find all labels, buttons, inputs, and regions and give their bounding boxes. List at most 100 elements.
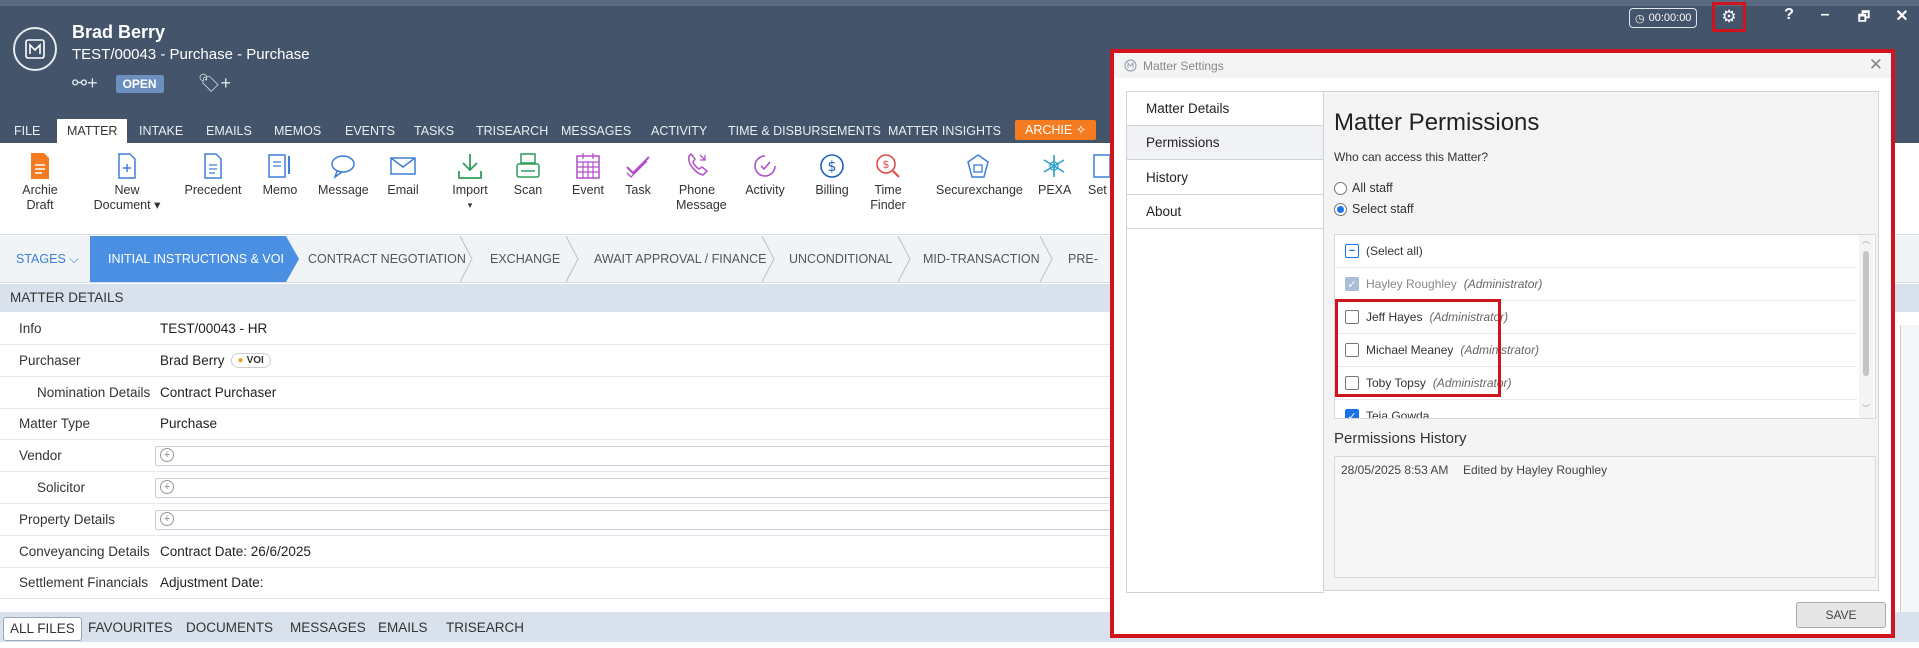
status-badge[interactable]: OPEN [115,74,164,93]
detail-row-vendor[interactable]: Vendor + [0,440,1142,472]
staff-row[interactable]: ✓ Teja Gowda [1335,400,1857,418]
tab-documents[interactable]: DOCUMENTS [180,617,279,639]
detail-row-purchaser[interactable]: Purchaser Brad Berry VOI [0,345,1140,377]
tab-matter[interactable]: MATTER [57,119,128,143]
tab-memos[interactable]: MEMOS [264,119,331,143]
pexa-label: PEXA [1038,183,1072,197]
message-button[interactable]: Message [318,149,369,198]
tab-events[interactable]: EVENTS [335,119,405,143]
tab-emails[interactable]: EMAILS [196,119,262,143]
archie-draft-button[interactable]: Archie Draft [18,149,62,213]
memo-button[interactable]: Memo [260,149,300,198]
stage-initial-instructions[interactable]: INITIAL INSTRUCTIONS & VOI [90,236,286,282]
timer-button[interactable]: ◷ 00:00:00 [1629,8,1698,28]
event-button[interactable]: Event [570,149,606,198]
stage-unconditional[interactable]: UNCONDITIONAL [789,236,892,282]
detail-row-nomination[interactable]: Nomination Details Contract Purchaser [0,377,1140,409]
email-button[interactable]: Email [384,149,422,198]
sidebar-item-permissions[interactable]: Permissions [1127,126,1324,160]
new-document-button[interactable]: New Document ▾ [92,149,162,213]
sidebar-item-about[interactable]: About [1127,195,1324,229]
securexchange-button[interactable]: Securexchange [936,149,1023,198]
tab-time-disbursements[interactable]: TIME & DISBURSEMENTS [718,119,891,143]
add-icon[interactable]: + [160,448,174,462]
settings-gear-button[interactable]: ⚙ [1712,2,1746,32]
property-field[interactable]: + [155,510,1142,530]
tab-messages[interactable]: MESSAGES [551,119,641,143]
list-scrollbar[interactable]: ︿ ﹀ [1859,235,1873,418]
stage-pre-settlement[interactable]: PRE-SET [1068,236,1110,282]
tab-emails[interactable]: EMAILS [372,617,434,639]
settings-ribbon-button[interactable]: Set [1088,149,1110,198]
close-button[interactable]: ✕ [1891,6,1913,26]
stage-contract-negotiation[interactable]: CONTRACT NEGOTIATION [308,236,466,282]
vendor-field[interactable]: + [155,446,1142,466]
settings-doc-icon [1093,154,1110,178]
detail-row-solicitor[interactable]: Solicitor + [0,472,1142,504]
link-add-icon[interactable]: ⚯+ [72,73,98,94]
scroll-thumb[interactable] [1863,251,1869,376]
detail-row-info[interactable]: Info TEST/00043 - HR [0,313,1140,345]
stages-toggle-label: STAGES [16,252,66,266]
tab-all-files[interactable]: ALL FILES [3,617,82,641]
sidebar-item-matter-details[interactable]: Matter Details [1127,92,1324,126]
sidebar-item-history[interactable]: History [1127,161,1324,195]
pexa-button[interactable]: PEXA [1038,149,1072,198]
checkbox-disabled-checked: ✓ [1345,277,1359,291]
activity-button[interactable]: Activity [742,149,788,198]
import-button[interactable]: Import ▾ [448,149,492,213]
matter-avatar[interactable] [13,27,57,71]
dialog-close-button[interactable]: ✕ [1869,55,1883,75]
minimize-button[interactable]: – [1814,6,1836,24]
tab-archie[interactable]: ARCHIE ✧ [1015,120,1097,140]
radio-circle-selected[interactable] [1334,202,1347,216]
indeterminate-checkbox[interactable]: − [1345,244,1359,258]
stage-await-approval[interactable]: AWAIT APPROVAL / FINANCE [594,236,767,282]
precedent-button[interactable]: Precedent [180,149,246,198]
tab-trisearch[interactable]: TRISEARCH [440,617,530,639]
detail-row-property[interactable]: Property Details + [0,504,1142,536]
dialog-title: Matter Settings [1143,59,1224,73]
tab-favourites[interactable]: FAVOURITES [82,617,179,639]
time-finder-button[interactable]: $ Time Finder [868,149,908,213]
scroll-down-icon[interactable]: ﹀ [1862,403,1870,414]
add-icon[interactable]: + [160,512,174,526]
task-button[interactable]: Task [622,149,654,198]
tag-add-icon[interactable]: 🏷+ [198,73,231,94]
tab-messages[interactable]: MESSAGES [284,617,372,639]
tab-activity[interactable]: ACTIVITY [641,119,717,143]
stage-exchange[interactable]: EXCHANGE [490,236,560,282]
select-all-row[interactable]: − (Select all) [1335,235,1857,268]
right-panel-edge [1900,325,1919,625]
detail-label: Matter Type [19,416,91,431]
tab-trisearch[interactable]: TRISEARCH [466,119,558,143]
save-button[interactable]: SAVE [1796,602,1886,628]
radio-select-staff[interactable]: Select staff [1334,202,1414,216]
tab-file[interactable]: FILE [4,119,50,143]
detail-row-matter-type[interactable]: Matter Type Purchase [0,408,1140,440]
tab-intake[interactable]: INTAKE [129,119,193,143]
stages-toggle[interactable]: STAGES ⌵ [16,236,79,282]
checkbox-checked[interactable]: ✓ [1345,409,1359,418]
voi-badge[interactable]: VOI [230,353,271,368]
scroll-up-icon[interactable]: ︿ [1862,235,1870,246]
phone-message-button[interactable]: Phone Message [676,149,727,213]
pexa-icon [1043,155,1065,177]
solicitor-field[interactable]: + [155,478,1142,498]
add-icon[interactable]: + [160,480,174,494]
detail-row-settlement[interactable]: Settlement Financials Adjustment Date: [0,567,1140,599]
radio-circle[interactable] [1334,181,1347,195]
purchaser-name[interactable]: Brad Berry [160,353,225,368]
radio-all-staff[interactable]: All staff [1334,181,1393,195]
billing-button[interactable]: $ Billing [812,149,852,198]
tab-matter-insights[interactable]: MATTER INSIGHTS [878,119,1011,143]
help-button[interactable]: ? [1778,6,1800,24]
restore-button[interactable]: 🗗 [1853,8,1875,30]
dialog-titlebar[interactable]: Matter Settings ✕ [1114,53,1891,78]
detail-row-conveyancing[interactable]: Conveyancing Details Contract Date: 26/6… [0,536,1140,568]
stage-mid-transaction[interactable]: MID-TRANSACTION [923,236,1040,282]
client-name[interactable]: Brad Berry [72,22,165,43]
tab-tasks[interactable]: TASKS [404,119,464,143]
staff-name: Hayley Roughley [1366,277,1457,291]
scan-button[interactable]: Scan [512,149,544,198]
